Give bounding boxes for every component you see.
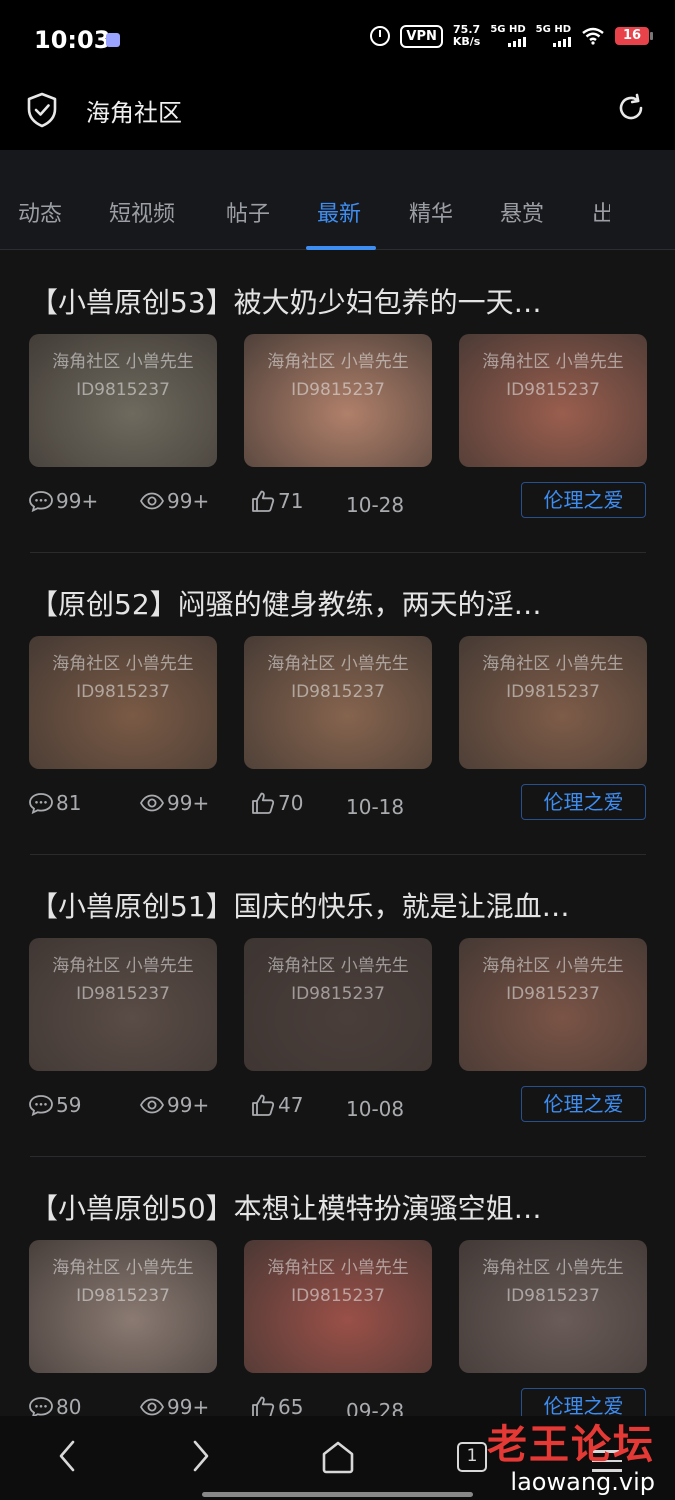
status-time: 10:03 xyxy=(34,26,111,54)
post-thumbnail[interactable]: 海角社区 小兽先生 ID9815237 xyxy=(29,938,217,1071)
eye-icon xyxy=(139,1398,165,1416)
thumbs-up-icon[interactable] xyxy=(250,1395,276,1416)
post-card[interactable]: 【原创52】闷骚的健身教练，两天的淫… 海角社区 小兽先生 ID9815237 海… xyxy=(0,553,675,855)
thumbnail-watermark: 海角社区 小兽先生 ID9815237 xyxy=(267,654,409,702)
like-count: 65 xyxy=(250,1395,303,1416)
app-bar: 海角社区 xyxy=(0,80,675,150)
thumbnail-watermark: 海角社区 小兽先生 ID9815237 xyxy=(482,1258,624,1306)
post-date: 09-28 xyxy=(346,1399,405,1416)
tab-featured[interactable]: 精华 xyxy=(409,196,453,228)
eye-icon xyxy=(139,794,165,812)
post-thumbnail[interactable]: 海角社区 小兽先生 ID9815237 xyxy=(459,1240,647,1373)
post-thumbnail[interactable]: 海角社区 小兽先生 ID9815237 xyxy=(244,334,432,467)
post-thumbnail[interactable]: 海角社区 小兽先生 ID9815237 xyxy=(244,636,432,769)
signal-sim2: 5G HD xyxy=(536,25,571,47)
site-watermark: 老王论坛 laowang.vip xyxy=(487,1412,655,1496)
thumbnail-watermark: 海角社区 小兽先生 ID9815237 xyxy=(482,956,624,1004)
home-indicator[interactable] xyxy=(202,1492,473,1497)
post-date: 10-18 xyxy=(346,795,405,819)
post-date: 10-08 xyxy=(346,1097,405,1121)
like-count: 47 xyxy=(250,1093,303,1117)
tab-dynamic[interactable]: 动态 xyxy=(18,196,62,228)
thumbnail-watermark: 海角社区 小兽先生 ID9815237 xyxy=(52,1258,194,1306)
shield-check-icon[interactable] xyxy=(26,92,58,128)
signal-bars-icon xyxy=(507,37,526,47)
like-count: 70 xyxy=(250,791,303,815)
post-title[interactable]: 【小兽原创51】国庆的快乐，就是让混血… xyxy=(30,885,650,925)
wifi-icon xyxy=(582,27,604,45)
comment-icon xyxy=(29,1095,53,1117)
status-bar: 10:03 VPN 75.7 KB/s 5G HD 5G HD 16 xyxy=(0,0,675,80)
post-card[interactable]: 【小兽原创51】国庆的快乐，就是让混血… 海角社区 小兽先生 ID9815237 … xyxy=(0,855,675,1157)
thumbnail-watermark: 海角社区 小兽先生 ID9815237 xyxy=(52,352,194,400)
thumbnail-watermark: 海角社区 小兽先生 ID9815237 xyxy=(267,1258,409,1306)
post-title[interactable]: 【原创52】闷骚的健身教练，两天的淫… xyxy=(30,583,650,623)
watermark-name: 老王论坛 xyxy=(487,1422,655,1468)
category-tag[interactable]: 伦理之爱 xyxy=(521,784,646,820)
battery-icon: 16 xyxy=(615,27,653,45)
post-thumbnail[interactable]: 海角社区 小兽先生 ID9815237 xyxy=(459,636,647,769)
post-thumbnail[interactable]: 海角社区 小兽先生 ID9815237 xyxy=(29,1240,217,1373)
thumbnail-watermark: 海角社区 小兽先生 ID9815237 xyxy=(482,654,624,702)
thumbnail-watermark: 海角社区 小兽先生 ID9815237 xyxy=(52,654,194,702)
back-arrow-icon[interactable] xyxy=(56,1438,78,1474)
post-thumbnail[interactable]: 海角社区 小兽先生 ID9815237 xyxy=(29,636,217,769)
thumbs-up-icon[interactable] xyxy=(250,489,276,513)
comment-count: 81 xyxy=(28,791,81,815)
refresh-icon[interactable] xyxy=(615,92,647,124)
post-card[interactable]: 【小兽原创53】被大奶少妇包养的一天… 海角社区 小兽先生 ID9815237 海… xyxy=(0,251,675,553)
signal-bars-icon xyxy=(553,37,571,47)
forward-arrow-icon[interactable] xyxy=(190,1438,212,1474)
post-date: 10-28 xyxy=(346,493,405,517)
comment-icon xyxy=(29,793,53,815)
post-thumbnail[interactable]: 海角社区 小兽先生 ID9815237 xyxy=(459,938,647,1071)
like-count: 71 xyxy=(250,489,303,513)
tab-partial[interactable]: 出 xyxy=(592,196,610,228)
vpn-badge: VPN xyxy=(400,24,443,48)
thumbnail-watermark: 海角社区 小兽先生 ID9815237 xyxy=(267,352,409,400)
tab-bounty[interactable]: 悬赏 xyxy=(500,196,544,228)
network-speed: 75.7 KB/s xyxy=(452,23,481,48)
notification-app-icon xyxy=(106,33,120,47)
post-thumbnail[interactable]: 海角社区 小兽先生 ID9815237 xyxy=(29,334,217,467)
thumbs-up-icon[interactable] xyxy=(250,1093,276,1117)
post-thumbnail[interactable]: 海角社区 小兽先生 ID9815237 xyxy=(244,938,432,1071)
category-tag[interactable]: 伦理之爱 xyxy=(521,1086,646,1122)
active-tab-indicator xyxy=(306,246,376,250)
eye-icon xyxy=(139,1096,165,1114)
comment-icon xyxy=(29,491,53,513)
comment-icon xyxy=(29,1397,53,1416)
tab-short-video[interactable]: 短视频 xyxy=(109,196,175,228)
signal-sim1: 5G HD xyxy=(490,25,526,47)
alarm-icon xyxy=(370,26,391,46)
view-count: 99+ xyxy=(139,489,209,513)
thumbnail-watermark: 海角社区 小兽先生 ID9815237 xyxy=(52,956,194,1004)
category-tabs: 动态 短视频 帖子 最新 精华 悬赏 出 xyxy=(0,150,675,250)
post-thumbnail[interactable]: 海角社区 小兽先生 ID9815237 xyxy=(459,334,647,467)
comment-count: 80 xyxy=(28,1395,81,1416)
home-icon[interactable] xyxy=(320,1440,356,1474)
thumbs-up-icon[interactable] xyxy=(250,791,276,815)
watermark-url: laowang.vip xyxy=(510,1468,655,1496)
view-count: 99+ xyxy=(139,1093,209,1117)
thumbnail-watermark: 海角社区 小兽先生 ID9815237 xyxy=(482,352,624,400)
post-title[interactable]: 【小兽原创53】被大奶少妇包养的一天… xyxy=(30,281,650,321)
post-thumbnail[interactable]: 海角社区 小兽先生 ID9815237 xyxy=(244,1240,432,1373)
post-title[interactable]: 【小兽原创50】本想让模特扮演骚空姐… xyxy=(30,1187,650,1227)
post-card[interactable]: 【小兽原创50】本想让模特扮演骚空姐… 海角社区 小兽先生 ID9815237 海… xyxy=(0,1157,675,1416)
status-icons: VPN 75.7 KB/s 5G HD 5G HD 16 xyxy=(370,23,653,48)
category-tag[interactable]: 伦理之爱 xyxy=(521,482,646,518)
view-count: 99+ xyxy=(139,791,209,815)
view-count: 99+ xyxy=(139,1395,209,1416)
eye-icon xyxy=(139,492,165,510)
tabs-button[interactable]: 1 xyxy=(457,1442,487,1472)
thumbnail-watermark: 海角社区 小兽先生 ID9815237 xyxy=(267,956,409,1004)
post-feed[interactable]: 【小兽原创53】被大奶少妇包养的一天… 海角社区 小兽先生 ID9815237 海… xyxy=(0,251,675,1416)
tab-latest[interactable]: 最新 xyxy=(317,196,361,228)
app-title: 海角社区 xyxy=(86,99,182,127)
tab-posts[interactable]: 帖子 xyxy=(226,196,270,228)
comment-count: 59 xyxy=(28,1093,81,1117)
comment-count: 99+ xyxy=(28,489,98,513)
